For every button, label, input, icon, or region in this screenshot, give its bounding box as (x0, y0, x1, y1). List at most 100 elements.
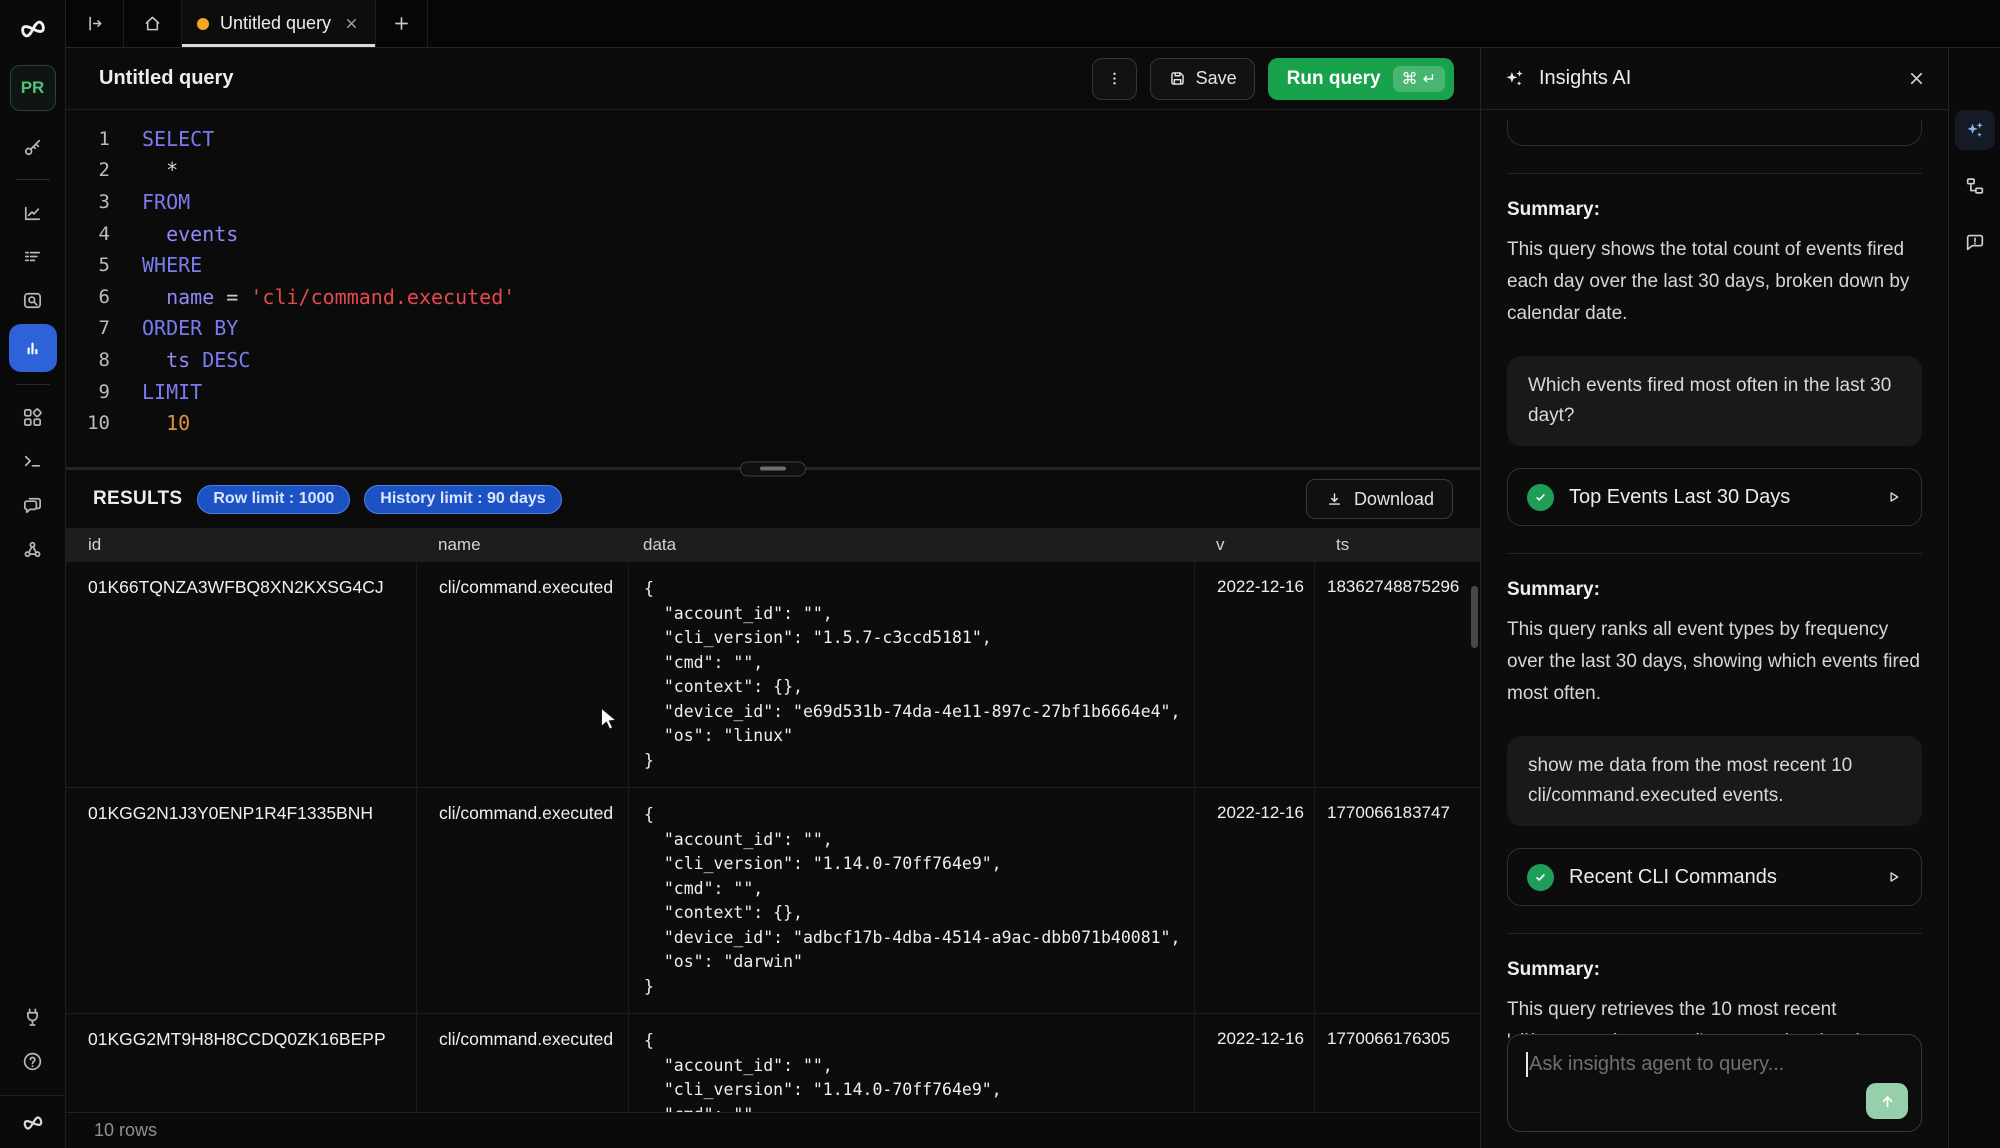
sidebar-divider (16, 179, 50, 180)
close-icon (1907, 69, 1926, 88)
sidebar-group-bottom (9, 995, 57, 1083)
cell-ts: 1770066176305 (1314, 1014, 1480, 1112)
query-result-card[interactable]: Top Events Last 30 Days (1507, 468, 1922, 526)
sidebar-item-bar-chart[interactable] (9, 324, 57, 372)
tab-label: Untitled query (220, 13, 331, 34)
cell-ts: 1770066183747 (1314, 788, 1480, 1013)
run-query-button[interactable]: Run query ⌘↵ (1268, 58, 1454, 100)
line-number: 3 (66, 191, 110, 213)
summary-block: Summary:This query ranks all event types… (1507, 579, 1922, 710)
feedback-icon (1964, 231, 1986, 253)
rail-item-sparkle[interactable] (1955, 110, 1995, 150)
tab-untitled-query[interactable]: Untitled query (182, 0, 376, 47)
cell-name: cli/command.executed (416, 562, 628, 787)
help-icon (21, 1050, 44, 1073)
editor-line[interactable]: 2 * (66, 155, 1480, 187)
play-icon[interactable] (1884, 868, 1902, 886)
table-row[interactable]: 01KGG2MT9H8H8CCDQ0ZK16BEPPcli/command.ex… (66, 1014, 1480, 1112)
cell-v: 2022-12-16 (1194, 562, 1314, 787)
list-icon (21, 245, 44, 268)
cell-id: 01K66TQNZA3WFBQ8XN2KXSG4CJ (66, 562, 416, 787)
more-options-button[interactable] (1092, 58, 1137, 100)
collapse-sidebar-button[interactable] (66, 0, 124, 47)
sidebar-item-key[interactable] (9, 125, 57, 169)
sidebar-item-chat[interactable] (9, 483, 57, 527)
sidebar-item-terminal[interactable] (9, 439, 57, 483)
table-row[interactable]: 01KGG2N1J3Y0ENP1R4F1335BNHcli/command.ex… (66, 788, 1480, 1014)
sidebar-item-grid[interactable] (9, 395, 57, 439)
code-text: events (142, 222, 238, 246)
line-number: 10 (66, 412, 110, 434)
column-header-id[interactable]: id (66, 535, 416, 555)
sql-editor[interactable]: 1SELECT2 *3FROM4 events5WHERE6 name = 'c… (66, 110, 1480, 467)
splitter-handle[interactable] (740, 461, 806, 476)
editor-line[interactable]: 8 ts DESC (66, 344, 1480, 376)
rail-item-feedback[interactable] (1955, 222, 1995, 262)
column-header-v[interactable]: v (1194, 535, 1314, 555)
pane-splitter[interactable] (66, 467, 1480, 470)
code-text: ts DESC (142, 348, 250, 372)
close-tab-button[interactable] (344, 16, 359, 31)
sidebar-item-search-box[interactable] (9, 278, 57, 322)
code-text: LIMIT (142, 380, 202, 404)
chat-icon (21, 494, 44, 517)
line-number: 9 (66, 381, 110, 403)
close-panel-button[interactable] (1907, 69, 1926, 88)
key-icon (21, 136, 44, 159)
sparkle-icon (1964, 119, 1986, 141)
integrations-icon (21, 538, 44, 561)
avatar[interactable]: PR (10, 65, 56, 111)
editor-line[interactable]: 9 LIMIT (66, 376, 1480, 408)
summary-title: Summary: (1507, 959, 1922, 981)
right-rail (1948, 48, 2000, 1148)
grid-icon (21, 406, 44, 429)
editor-line[interactable]: 5WHERE (66, 249, 1480, 281)
line-number: 6 (66, 286, 110, 308)
insights-composer[interactable]: Ask insights agent to query... (1507, 1034, 1922, 1132)
kebab-icon (1105, 69, 1124, 88)
insights-title: Insights AI (1539, 67, 1631, 90)
query-header: Untitled query Save Run query ⌘↵ (66, 48, 1480, 110)
sidebar-item-list[interactable] (9, 234, 57, 278)
sidebar-group-mid (9, 190, 57, 374)
table-row[interactable]: 01K66TQNZA3WFBQ8XN2KXSG4CJcli/command.ex… (66, 562, 1480, 788)
download-icon (1325, 490, 1344, 509)
sidebar-item-chart-line[interactable] (9, 190, 57, 234)
new-tab-button[interactable] (376, 0, 428, 47)
save-button[interactable]: Save (1150, 58, 1255, 100)
editor-line[interactable]: 3FROM (66, 186, 1480, 218)
sidebar-item-help[interactable] (9, 1039, 57, 1083)
limit-pill[interactable]: Row limit : 1000 (197, 485, 350, 514)
limit-pill[interactable]: History limit : 90 days (364, 485, 561, 514)
rail-item-tree[interactable] (1955, 166, 1995, 206)
footer-logo-icon (18, 1108, 48, 1138)
sidebar-footer (0, 1095, 65, 1148)
editor-line[interactable]: 7ORDER BY (66, 313, 1480, 345)
column-header-name[interactable]: name (416, 535, 628, 555)
results-label: RESULTS (93, 488, 182, 510)
composer-placeholder: Ask insights agent to query... (1529, 1053, 1784, 1075)
user-message-text: show me data from the most recent 10 cli… (1528, 751, 1901, 811)
plus-icon (392, 14, 411, 33)
home-button[interactable] (124, 0, 182, 47)
editor-line[interactable]: 6 name = 'cli/command.executed' (66, 281, 1480, 313)
column-header-ts[interactable]: ts (1314, 535, 1480, 555)
download-button[interactable]: Download (1306, 479, 1453, 519)
card-label: Top Events Last 30 Days (1569, 486, 1790, 509)
play-icon[interactable] (1884, 488, 1902, 506)
send-button[interactable] (1866, 1083, 1908, 1119)
sidebar-item-integrations[interactable] (9, 527, 57, 571)
insights-header: Insights AI (1481, 48, 1948, 110)
query-result-card[interactable]: Recent CLI Commands (1507, 848, 1922, 906)
check-icon (1527, 484, 1554, 511)
sidebar-item-plug[interactable] (9, 995, 57, 1039)
return-key-icon: ↵ (1423, 69, 1436, 89)
editor-line[interactable]: 4 events (66, 218, 1480, 250)
insights-panel: Insights AI Summary:This query shows the… (1480, 48, 1948, 1148)
terminal-icon (21, 450, 44, 473)
table-scrollbar[interactable] (1471, 586, 1478, 648)
column-header-data[interactable]: data (628, 535, 1194, 555)
sidebar-group-top (9, 125, 57, 169)
editor-line[interactable]: 10 10 (66, 407, 1480, 439)
editor-line[interactable]: 1SELECT (66, 123, 1480, 155)
